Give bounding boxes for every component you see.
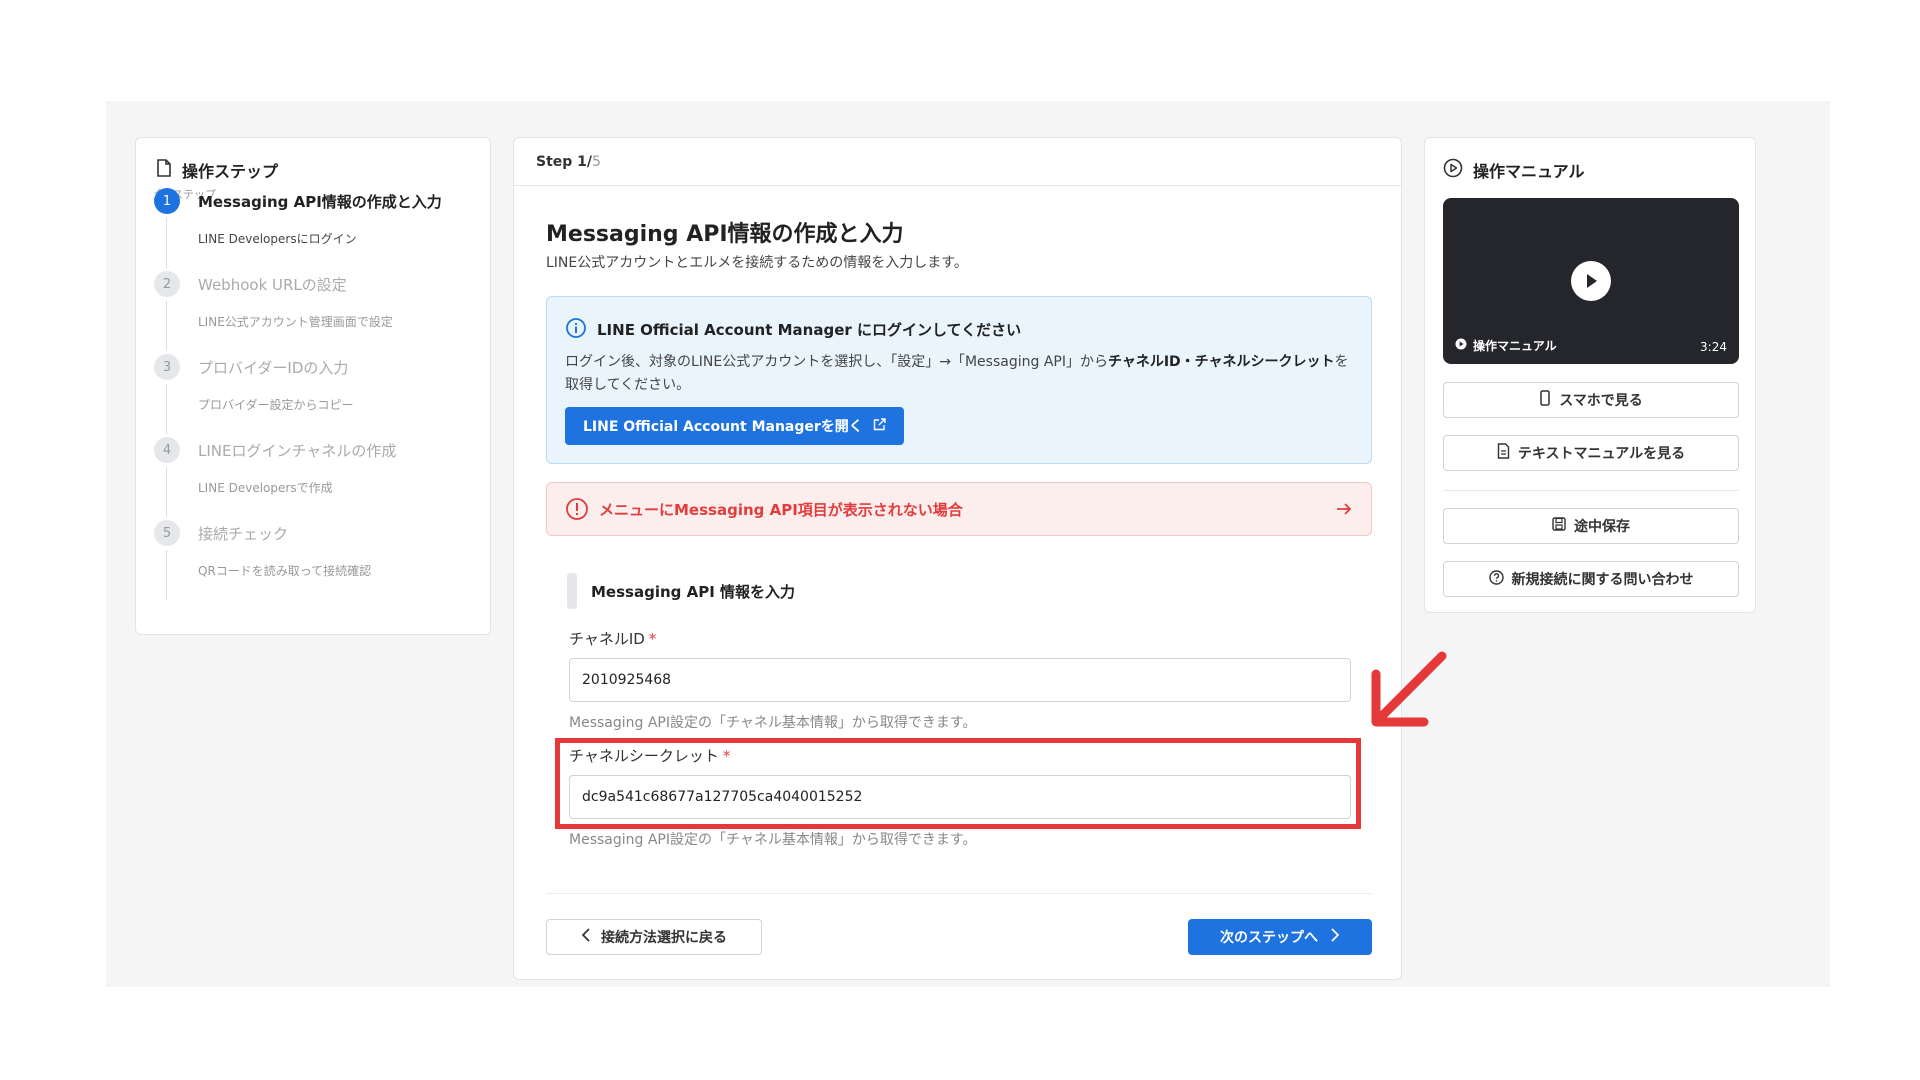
main-panel: Step 1/5 Messaging API情報の作成と入力 LINE公式アカウ… xyxy=(513,137,1402,980)
menu-missing-alert[interactable]: メニューにMessaging API項目が表示されない場合 xyxy=(546,482,1372,536)
chevron-left-icon xyxy=(581,928,591,946)
step-number: 4 xyxy=(154,437,180,463)
video-duration: 3:24 xyxy=(1700,340,1727,354)
step-connector xyxy=(166,550,167,600)
channel-secret-hint: Messaging API設定の「チャネル基本情報」から取得できます。 xyxy=(569,832,977,848)
smartphone-icon xyxy=(1539,390,1551,410)
info-body-text: ログイン後、対象のLINE公式アカウントを選択し、「設定」→「Messaging… xyxy=(565,354,1108,370)
sidebar-step-3[interactable]: 3 プロバイダーIDの入力 プロバイダー設定からコピー xyxy=(154,354,484,434)
page-lead: LINE公式アカウントとエルメを接続するための情報を入力します。 xyxy=(546,255,968,271)
step-desc: QRコードを読み取って接続確認 xyxy=(198,564,372,578)
play-circle-icon xyxy=(1443,158,1463,182)
step-desc: プロバイダー設定からコピー xyxy=(198,398,354,412)
manual-title: 操作マニュアル xyxy=(1473,162,1585,181)
save-button-label: 途中保存 xyxy=(1574,519,1630,535)
manual-video[interactable]: 操作マニュアル 3:24 xyxy=(1443,198,1739,364)
video-caption-text: 操作マニュアル xyxy=(1473,339,1557,353)
external-link-icon xyxy=(873,417,886,435)
next-step-button[interactable]: 次のステップへ xyxy=(1188,919,1372,955)
footer-divider xyxy=(546,893,1372,894)
video-caption: 操作マニュアル xyxy=(1455,337,1557,354)
step-number: 2 xyxy=(154,271,180,297)
info-body-bold: チャネルID・チャネルシークレット xyxy=(1107,354,1335,370)
step-connector xyxy=(166,384,167,434)
page-title: Messaging API情報の作成と入力 xyxy=(546,222,904,247)
info-box: LINE Official Account Manager にログインしてくださ… xyxy=(546,296,1372,464)
sidebar-title: 操作ステップ xyxy=(182,162,279,181)
annotation-arrow-icon xyxy=(1371,651,1447,727)
step-connector xyxy=(166,467,167,517)
section-bar xyxy=(567,573,577,609)
step-title: LINEログインチャネルの作成 xyxy=(198,442,397,460)
sidebar-step-2[interactable]: 2 Webhook URLの設定 LINE公式アカウント管理画面で設定 xyxy=(154,271,484,351)
info-body: ログイン後、対象のLINE公式アカウントを選択し、「設定」→「Messaging… xyxy=(565,351,1355,397)
help-circle-icon xyxy=(1488,569,1504,589)
back-button[interactable]: 接続方法選択に戻る xyxy=(546,919,762,955)
manual-panel: 操作マニュアル 操作マニュアル 3:24 スマホで見る テキストマニュアルを見る… xyxy=(1424,137,1756,613)
chevron-right-icon xyxy=(1330,928,1340,946)
section-header: Messaging API 情報を入力 xyxy=(567,573,795,609)
step-desc: LINE Developersにログイン xyxy=(198,232,357,246)
contact-button-label: 新規接続に関する問い合わせ xyxy=(1511,572,1694,588)
step-number: 5 xyxy=(154,520,180,546)
text-document-icon xyxy=(1497,443,1510,463)
info-icon xyxy=(565,317,587,343)
alert-icon xyxy=(565,497,589,525)
step-current: Step 1/ xyxy=(536,154,593,170)
text-button-label: テキストマニュアルを見る xyxy=(1517,446,1686,462)
step-title: Webhook URLの設定 xyxy=(198,276,347,294)
document-icon xyxy=(156,159,172,181)
alert-text: メニューにMessaging API項目が表示されない場合 xyxy=(599,501,963,519)
label-text: チャネルID xyxy=(569,630,645,648)
sidebar-header: 操作ステップ xyxy=(156,158,278,182)
required-mark: * xyxy=(648,630,657,648)
step-connector xyxy=(166,301,167,351)
section-title: Messaging API 情報を入力 xyxy=(591,582,796,601)
save-progress-button[interactable]: 途中保存 xyxy=(1443,508,1739,544)
highlight-box xyxy=(555,738,1361,829)
info-title: LINE Official Account Manager にログインしてくださ… xyxy=(597,321,1022,339)
step-title: プロバイダーIDの入力 xyxy=(198,359,349,377)
contact-button[interactable]: 新規接続に関する問い合わせ xyxy=(1443,561,1739,597)
text-manual-button[interactable]: テキストマニュアルを見る xyxy=(1443,435,1739,471)
play-icon[interactable] xyxy=(1571,261,1611,301)
step-indicator: Step 1/5 xyxy=(514,138,1401,186)
step-connector xyxy=(166,218,167,268)
phone-button-label: スマホで見る xyxy=(1559,393,1643,409)
sidebar-step-5[interactable]: 5 接続チェック QRコードを読み取って接続確認 xyxy=(154,520,484,600)
arrow-right-icon xyxy=(1335,497,1353,525)
manual-divider xyxy=(1443,490,1739,491)
step-title: 接続チェック xyxy=(198,525,289,543)
step-title: Messaging API情報の作成と入力 xyxy=(198,193,442,211)
sidebar-step-1[interactable]: 1 Messaging API情報の作成と入力 LINE Developersに… xyxy=(154,188,484,268)
step-number: 3 xyxy=(154,354,180,380)
step-desc: LINE公式アカウント管理画面で設定 xyxy=(198,315,393,329)
open-account-manager-button[interactable]: LINE Official Account Managerを開く xyxy=(565,407,904,445)
next-button-label: 次のステップへ xyxy=(1220,930,1318,946)
small-play-icon xyxy=(1455,338,1467,353)
back-button-label: 接続方法選択に戻る xyxy=(601,930,727,946)
view-on-phone-button[interactable]: スマホで見る xyxy=(1443,382,1739,418)
steps-sidebar: 操作ステップ 全5ステップ 1 Messaging API情報の作成と入力 LI… xyxy=(135,137,491,635)
button-label: LINE Official Account Managerを開く xyxy=(583,419,863,435)
channel-id-input[interactable]: 2010925468 xyxy=(569,658,1351,702)
step-total: 5 xyxy=(592,154,601,170)
channel-id-hint: Messaging API設定の「チャネル基本情報」から取得できます。 xyxy=(569,715,977,731)
save-icon xyxy=(1552,517,1566,535)
step-desc: LINE Developersで作成 xyxy=(198,481,333,495)
step-number: 1 xyxy=(154,188,180,214)
manual-header: 操作マニュアル xyxy=(1443,158,1585,182)
channel-id-label: チャネルID * xyxy=(569,628,656,649)
sidebar-step-4[interactable]: 4 LINEログインチャネルの作成 LINE Developersで作成 xyxy=(154,437,484,517)
